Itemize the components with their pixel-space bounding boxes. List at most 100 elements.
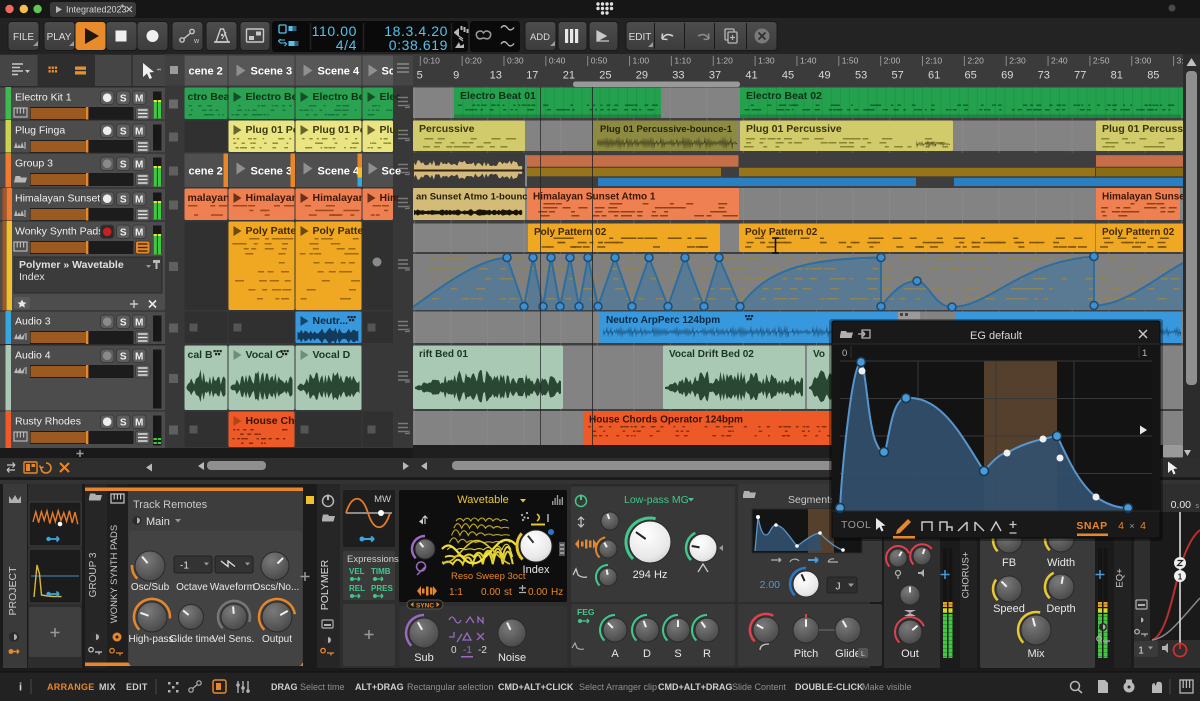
svg-text:-1: -1	[463, 645, 472, 656]
svg-text:S: S	[120, 418, 127, 429]
svg-text:77: 77	[1074, 70, 1086, 82]
svg-text:53: 53	[855, 70, 867, 82]
svg-text:SYNC: SYNC	[416, 602, 434, 609]
svg-text:1:20: 1:20	[716, 56, 733, 66]
svg-text:Scene 4: Scene 4	[318, 165, 360, 177]
svg-text:Vel Sens.: Vel Sens.	[212, 634, 254, 645]
svg-text:Audio 3: Audio 3	[15, 315, 51, 327]
svg-text:61: 61	[928, 70, 940, 82]
svg-text:S: S	[120, 195, 127, 206]
svg-text:Vocal D: Vocal D	[313, 349, 351, 361]
svg-text:Poly Pattern 02: Poly Pattern 02	[1102, 227, 1175, 238]
svg-text:EG default: EG default	[970, 330, 1022, 342]
svg-text:rift Bed 01: rift Bed 01	[419, 349, 468, 360]
svg-text:w: w	[193, 38, 200, 45]
svg-text:Scene 3: Scene 3	[251, 165, 293, 177]
svg-text:×: ×	[1129, 521, 1134, 531]
svg-text:4: 4	[1140, 520, 1146, 532]
svg-text:Reso Sweep 3oct: Reso Sweep 3oct	[451, 571, 526, 582]
svg-text:S: S	[120, 318, 127, 329]
svg-text:D: D	[643, 648, 651, 660]
svg-text:Sub: Sub	[414, 652, 434, 664]
svg-text:ADD: ADD	[530, 32, 550, 43]
svg-text:Index: Index	[19, 271, 45, 283]
svg-text:0:38.619: 0:38.619	[389, 37, 448, 53]
svg-text:37: 37	[709, 70, 721, 82]
svg-text:0:40: 0:40	[549, 56, 566, 66]
svg-text:Wonky Synth Pads: Wonky Synth Pads	[15, 225, 104, 237]
svg-text:Scene 4: Scene 4	[318, 66, 360, 78]
svg-text:65: 65	[965, 70, 977, 82]
svg-text:Percussive: Percussive	[419, 123, 475, 135]
svg-text:FB: FB	[1002, 557, 1016, 569]
svg-text:S: S	[120, 352, 127, 363]
svg-text:Select time: Select time	[300, 682, 345, 692]
svg-text:1: 1	[1142, 348, 1147, 359]
svg-text:Sce: Sce	[382, 165, 402, 177]
svg-text:Hz: Hz	[551, 587, 563, 598]
svg-text:0:20: 0:20	[465, 56, 482, 66]
svg-text:Oscs/No...: Oscs/No...	[253, 582, 300, 593]
svg-text:GROUP 3: GROUP 3	[88, 552, 99, 597]
svg-text:81: 81	[1111, 70, 1123, 82]
svg-text:Select Arranger clip: Select Arranger clip	[579, 682, 657, 692]
svg-text:PRES: PRES	[371, 584, 393, 593]
svg-text:S: S	[120, 228, 127, 239]
svg-text:PROJECT: PROJECT	[7, 566, 19, 616]
svg-text:0:30: 0:30	[507, 56, 524, 66]
svg-text:Glide time: Glide time	[169, 634, 214, 645]
svg-text:Segments: Segments	[788, 494, 835, 506]
svg-text:1:00: 1:00	[633, 56, 650, 66]
svg-text:A: A	[611, 648, 619, 660]
svg-text:45: 45	[782, 70, 794, 82]
svg-text:Neutro ArpPerc 124bpm: Neutro ArpPerc 124bpm	[606, 315, 720, 326]
svg-text:S: S	[120, 94, 127, 105]
svg-text:FILE: FILE	[13, 32, 34, 43]
svg-text:Neutr...: Neutr...	[313, 315, 349, 327]
svg-text:cene 2: cene 2	[189, 165, 223, 177]
svg-text:TIMB: TIMB	[371, 567, 391, 576]
svg-text:25: 25	[599, 70, 611, 82]
svg-text:ALT+DRAG: ALT+DRAG	[355, 682, 404, 692]
svg-text:Rusty Rhodes: Rusty Rhodes	[15, 415, 81, 427]
svg-text:Electro Beat 01: Electro Beat 01	[460, 90, 536, 102]
svg-text:Himalayan Sunset: Himalayan Sunset	[15, 192, 100, 204]
svg-text:0:10: 0:10	[423, 56, 440, 66]
svg-text:Poly Pattern 02: Poly Pattern 02	[745, 227, 818, 238]
svg-text:ARRANGE: ARRANGE	[47, 682, 95, 692]
svg-text:Electro Beat 02: Electro Beat 02	[746, 90, 822, 102]
svg-text:REL: REL	[349, 584, 365, 593]
svg-text:cal B: cal B	[188, 349, 214, 361]
svg-text:DRAG: DRAG	[271, 682, 298, 692]
svg-text:3:00: 3:00	[1135, 56, 1152, 66]
svg-text:Poly Pattern 02: Poly Pattern 02	[534, 227, 607, 238]
svg-text:57: 57	[891, 70, 903, 82]
svg-text:4: 4	[1118, 520, 1124, 532]
svg-text:M: M	[135, 195, 143, 206]
svg-text:*: *	[121, 3, 125, 13]
svg-text:17: 17	[526, 70, 538, 82]
svg-text:CMD+ALT+DRAG: CMD+ALT+DRAG	[658, 682, 732, 692]
svg-text:Noise: Noise	[498, 652, 526, 664]
svg-text:Plug 01 Percussive: Plug 01 Percussive	[746, 123, 842, 135]
svg-text:Osc/Sub: Osc/Sub	[131, 582, 170, 593]
svg-text:5: 5	[417, 70, 423, 82]
svg-text:M: M	[135, 94, 143, 105]
svg-text:R: R	[703, 648, 711, 660]
svg-text:st: st	[504, 587, 512, 598]
svg-text:Octave: Octave	[176, 582, 208, 593]
svg-text:Plug Finga: Plug Finga	[15, 124, 65, 136]
svg-text:Pitch: Pitch	[794, 648, 818, 660]
svg-text:Low-pass MG: Low-pass MG	[624, 494, 689, 506]
svg-text:M: M	[135, 127, 143, 138]
svg-text:M: M	[135, 418, 143, 429]
svg-text:s: s	[1196, 503, 1200, 510]
svg-text:Plug 01 Percussive-bounce-1: Plug 01 Percussive-bounce-1	[600, 124, 733, 135]
svg-text:41: 41	[745, 70, 757, 82]
svg-text:Vocal C: Vocal C	[246, 349, 284, 361]
svg-text:SNAP: SNAP	[1076, 520, 1107, 532]
svg-text:0.00: 0.00	[1171, 499, 1192, 511]
svg-text:Polymer » Wavetable: Polymer » Wavetable	[19, 259, 124, 271]
svg-text:FEG: FEG	[577, 607, 595, 617]
svg-text:1:40: 1:40	[800, 56, 817, 66]
